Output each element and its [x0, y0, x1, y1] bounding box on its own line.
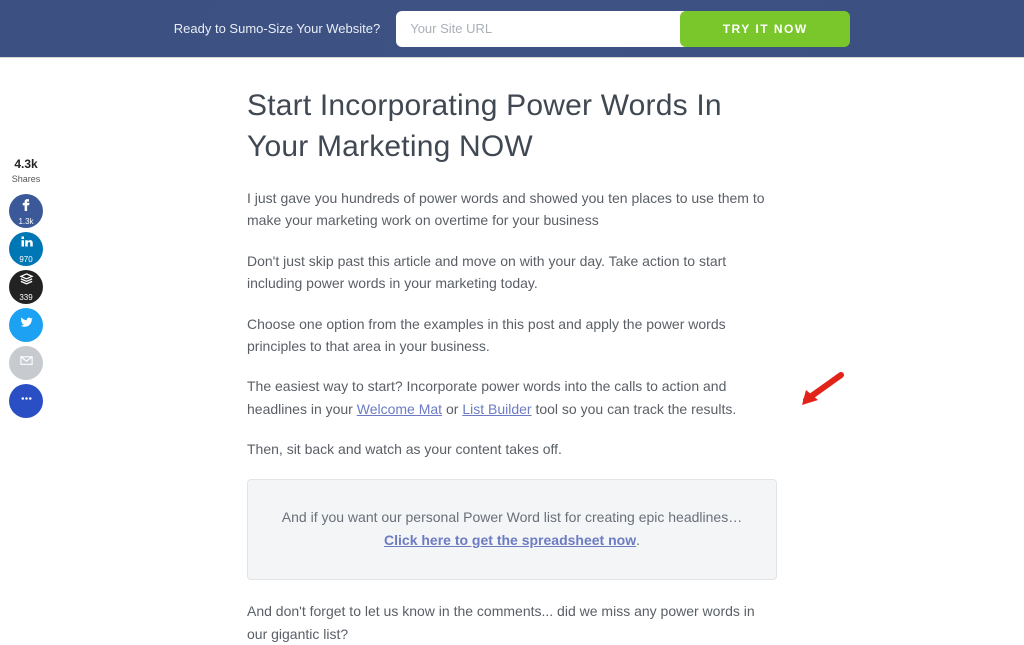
share-buffer-button[interactable]: 339	[9, 270, 43, 304]
facebook-count: 1.3k	[18, 217, 33, 226]
share-twitter-button[interactable]	[9, 308, 43, 342]
annotation-arrow	[796, 370, 846, 410]
email-icon	[19, 353, 34, 373]
more-icon	[19, 391, 34, 411]
twitter-icon	[19, 315, 34, 335]
welcome-mat-link[interactable]: Welcome Mat	[357, 401, 442, 417]
site-url-input[interactable]	[396, 11, 686, 47]
share-facebook-button[interactable]: 1.3k	[9, 194, 43, 228]
paragraph: The easiest way to start? Incorporate po…	[247, 375, 777, 420]
linkedin-icon	[19, 234, 34, 254]
try-it-now-button[interactable]: TRY IT NOW	[680, 11, 850, 47]
linkedin-count: 970	[19, 255, 32, 264]
share-email-button[interactable]	[9, 346, 43, 380]
facebook-icon	[19, 196, 34, 216]
buffer-icon	[19, 272, 34, 292]
share-total-label: Shares	[12, 174, 41, 184]
paragraph: Choose one option from the examples in t…	[247, 313, 777, 358]
cta-top-bar: Ready to Sumo-Size Your Website? TRY IT …	[0, 0, 1024, 58]
list-builder-link[interactable]: List Builder	[462, 401, 531, 417]
share-linkedin-button[interactable]: 970	[9, 232, 43, 266]
callout-box: And if you want our personal Power Word …	[247, 479, 777, 581]
paragraph: Don't just skip past this article and mo…	[247, 250, 777, 295]
paragraph: And don't forget to let us know in the c…	[247, 600, 777, 645]
share-more-button[interactable]	[9, 384, 43, 418]
buffer-count: 339	[19, 293, 32, 302]
cta-prompt-text: Ready to Sumo-Size Your Website?	[174, 21, 380, 36]
paragraph: Then, sit back and watch as your content…	[247, 438, 777, 460]
spreadsheet-link[interactable]: Click here to get the spreadsheet now	[384, 532, 636, 548]
share-total-count: 4.3k	[14, 158, 37, 170]
article-body: Start Incorporating Power Words In Your …	[247, 86, 777, 645]
article-heading: Start Incorporating Power Words In Your …	[247, 86, 777, 167]
cta-form: TRY IT NOW	[396, 11, 850, 47]
paragraph: I just gave you hundreds of power words …	[247, 187, 777, 232]
callout-lead-text: And if you want our personal Power Word …	[282, 509, 742, 525]
share-sidebar: 4.3k Shares 1.3k 970 339	[8, 158, 44, 418]
